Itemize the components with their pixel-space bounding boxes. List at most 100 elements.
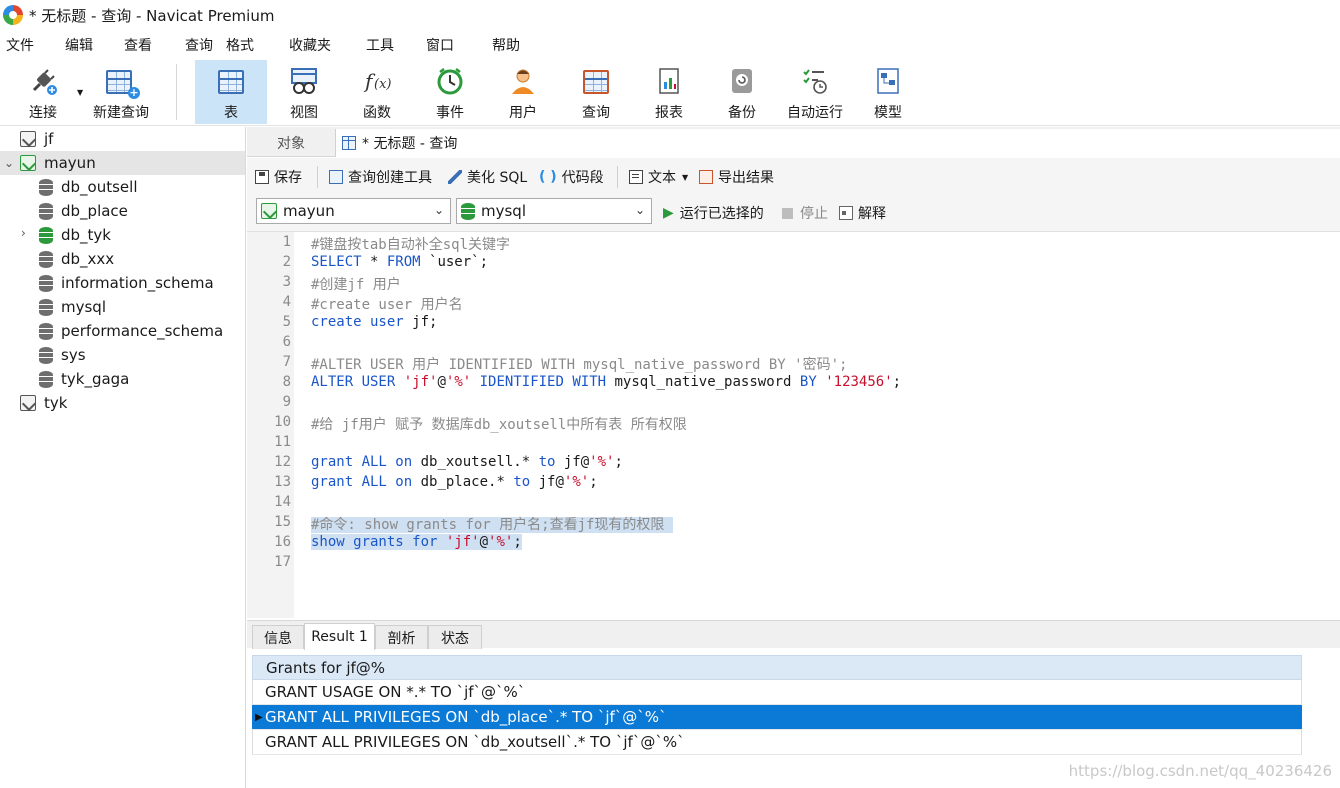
line-number: 14 <box>274 494 291 510</box>
tree-connection-jf[interactable]: jf <box>0 127 245 151</box>
report-button[interactable]: 报表 <box>633 60 705 124</box>
query-tab-icon <box>342 136 356 150</box>
database-select[interactable]: mysql ⌄ <box>456 198 652 224</box>
query-button[interactable]: 查询 <box>560 60 632 124</box>
menu-favorites[interactable]: 收藏夹 <box>289 35 331 55</box>
explain-button[interactable]: 解释 <box>839 203 886 223</box>
model-button[interactable]: 模型 <box>852 60 924 124</box>
tree-connection-tyk[interactable]: tyk <box>0 391 245 415</box>
event-button[interactable]: 事件 <box>414 60 486 124</box>
tree-db-place[interactable]: db_place <box>0 199 245 223</box>
line-number: 13 <box>274 474 291 490</box>
sql-editor[interactable]: 1 2 3 4 5 6 7 8 9 10 11 12 13 14 15 16 1… <box>247 232 1340 618</box>
svg-text:(x): (x) <box>374 77 391 92</box>
export-results-button[interactable]: 导出结果 <box>699 167 774 187</box>
tree-db-outsell[interactable]: db_outsell <box>0 175 245 199</box>
tree-db-xxx[interactable]: db_xxx <box>0 247 245 271</box>
column-header[interactable]: Grants for jf@% <box>252 655 1302 680</box>
tree-db-sys[interactable]: sys <box>0 343 245 367</box>
tree-db-performance-schema[interactable]: performance_schema <box>0 319 245 343</box>
tree-label: jf <box>44 130 54 148</box>
toolbar-divider <box>617 166 618 188</box>
plus-icon: + <box>128 86 140 99</box>
tree-db-information-schema[interactable]: information_schema <box>0 271 245 295</box>
tree-connection-mayun[interactable]: ⌄ mayun <box>0 151 245 175</box>
backup-button[interactable]: 备份 <box>706 60 778 124</box>
connection-select-value: mayun <box>283 202 335 220</box>
run-selected-button[interactable]: ▶ 运行已选择的 <box>663 203 764 223</box>
beautify-label: 美化 SQL <box>467 170 528 186</box>
tree-label: performance_schema <box>61 322 224 340</box>
table-cell: GRANT ALL PRIVILEGES ON `db_place`.* TO … <box>265 708 667 726</box>
new-query-icon: + <box>106 66 140 99</box>
tab-status[interactable]: 状态 <box>428 625 482 649</box>
menu-file[interactable]: 文件 <box>6 35 34 55</box>
beautify-sql-button[interactable]: 美化 SQL <box>448 167 527 187</box>
backup-label: 备份 <box>728 105 756 121</box>
table-label: 表 <box>224 105 238 121</box>
tree-db-mysql[interactable]: mysql <box>0 295 245 319</box>
autorun-button[interactable]: 自动运行 <box>779 60 851 124</box>
connect-button[interactable]: 连接 <box>7 60 79 124</box>
chevron-down-icon: ⌄ <box>634 203 645 217</box>
code-line: ALTER USER 'jf'@'%' IDENTIFIED WITH mysq… <box>311 374 902 390</box>
menu-query[interactable]: 查询 <box>185 35 213 55</box>
connect-dropdown-icon[interactable]: ▼ <box>77 88 83 97</box>
new-query-button[interactable]: + 新建查询 <box>86 60 156 124</box>
database-icon <box>39 346 53 364</box>
connection-open-icon <box>20 155 36 171</box>
table-button[interactable]: 表 <box>195 60 267 124</box>
connection-icon <box>20 131 36 147</box>
tab-objects[interactable]: 对象 <box>247 129 335 157</box>
tab-profile[interactable]: 剖析 <box>375 625 428 649</box>
code-line-selected: show grants for 'jf'@'%'; <box>311 534 522 550</box>
menu-format[interactable]: 格式 <box>226 35 254 55</box>
line-number: 17 <box>274 554 291 570</box>
user-button[interactable]: 用户 <box>487 60 559 124</box>
line-number: 5 <box>282 314 291 330</box>
menu-view[interactable]: 查看 <box>124 35 152 55</box>
connection-select[interactable]: mayun ⌄ <box>256 198 451 224</box>
table-cell: GRANT USAGE ON *.* TO `jf`@`%` <box>265 683 526 701</box>
user-label: 用户 <box>509 105 537 121</box>
menu-window[interactable]: 窗口 <box>426 35 454 55</box>
menu-tools[interactable]: 工具 <box>366 35 394 55</box>
code-line: grant ALL on db_place.* to jf@'%'; <box>311 474 598 490</box>
event-label: 事件 <box>436 105 464 121</box>
save-label: 保存 <box>274 170 302 186</box>
tab-strip: 对象 * 无标题 - 查询 <box>247 127 1340 157</box>
code-line: #create user 用户名 <box>311 297 463 313</box>
table-row-selected[interactable]: ▶ GRANT ALL PRIVILEGES ON `db_place`.* T… <box>252 705 1302 730</box>
tab-info[interactable]: 信息 <box>252 625 304 649</box>
stop-icon <box>782 207 793 219</box>
tree-db-tyk-gaga[interactable]: tyk_gaga <box>0 367 245 391</box>
query-toolbar: 保存 查询创建工具 美化 SQL ( ) 代码段 文本 ▼ 导出结果 <box>247 158 1340 194</box>
table-row[interactable]: GRANT ALL PRIVILEGES ON `db_xoutsell`.* … <box>252 730 1302 755</box>
chevron-right-icon[interactable]: › <box>21 226 26 240</box>
tab-query[interactable]: * 无标题 - 查询 <box>335 129 1340 157</box>
stop-button[interactable]: 停止 <box>782 203 828 223</box>
database-open-icon <box>39 226 53 244</box>
window-title: * 无标题 - 查询 - Navicat Premium <box>29 6 275 25</box>
tab-result-1[interactable]: Result 1 <box>304 623 375 650</box>
selector-bar: mayun ⌄ mysql ⌄ ▶ 运行已选择的 停止 解释 <box>247 194 1340 232</box>
menu-edit[interactable]: 编辑 <box>65 35 93 55</box>
text-icon <box>629 170 643 184</box>
line-number: 2 <box>282 254 291 270</box>
menu-help[interactable]: 帮助 <box>492 35 520 55</box>
text-button[interactable]: 文本 ▼ <box>629 167 688 187</box>
save-button[interactable]: 保存 <box>255 167 302 187</box>
database-select-value: mysql <box>481 202 526 220</box>
snippet-button[interactable]: ( ) 代码段 <box>539 167 604 187</box>
tree-db-tyk[interactable]: › db_tyk <box>0 223 245 247</box>
chevron-down-icon[interactable]: ⌄ <box>4 156 14 170</box>
watermark: https://blog.csdn.net/qq_40236426 <box>1068 762 1332 780</box>
snippet-icon: ( ) <box>539 169 557 185</box>
query-icon <box>581 66 611 96</box>
view-button[interactable]: 视图 <box>268 60 340 124</box>
code-line: #ALTER USER 用户 IDENTIFIED WITH mysql_nat… <box>311 357 848 373</box>
table-row[interactable]: GRANT USAGE ON *.* TO `jf`@`%` <box>252 680 1302 705</box>
query-builder-button[interactable]: 查询创建工具 <box>329 167 432 187</box>
line-number: 3 <box>282 274 291 290</box>
function-button[interactable]: f (x) 函数 <box>341 60 413 124</box>
